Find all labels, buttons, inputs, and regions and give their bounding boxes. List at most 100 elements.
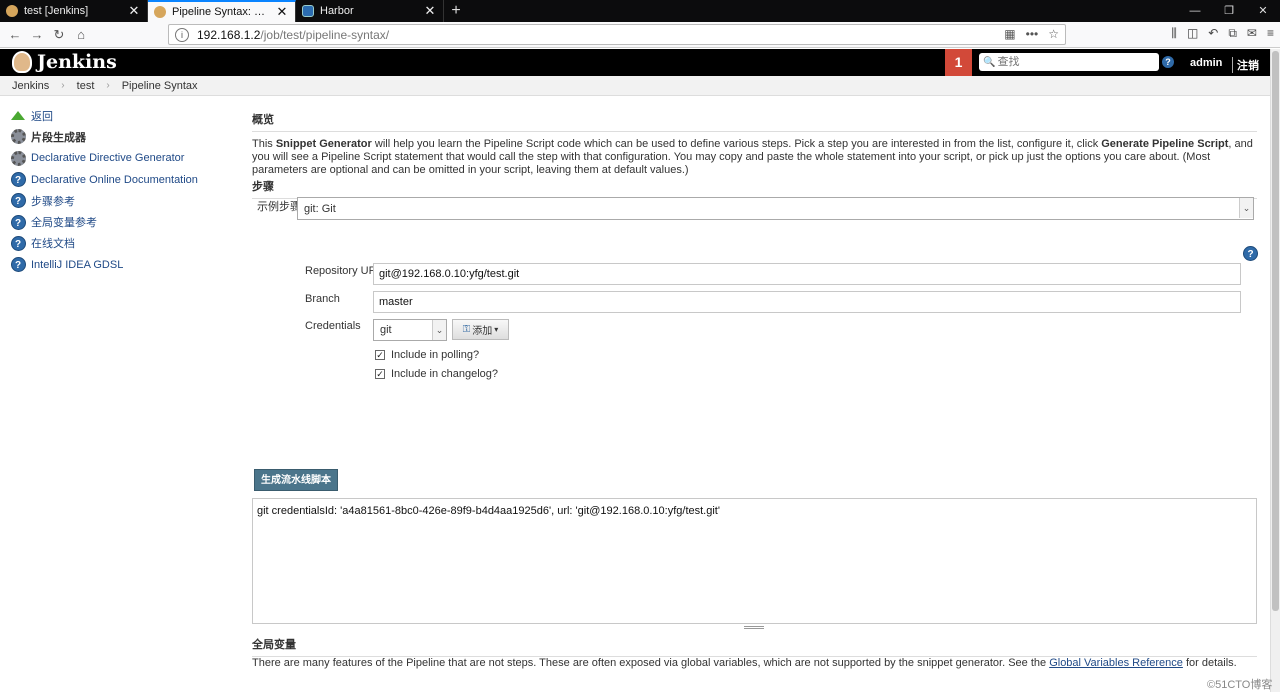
- close-tab-icon[interactable]: ✕: [423, 3, 437, 19]
- browser-tab-1[interactable]: Pipeline Syntax: Snippet Generator ✕: [148, 0, 296, 22]
- repo-url-label: Repository URL: [305, 265, 383, 277]
- menu-icon[interactable]: ≡: [1267, 26, 1274, 41]
- polling-label: Include in polling?: [391, 349, 480, 361]
- generated-script-text: git credentialsId: 'a4a81561-8bc0-426e-8…: [257, 505, 720, 517]
- bookmark-star-icon[interactable]: ☆: [1048, 27, 1059, 41]
- gear-icon: [10, 129, 26, 145]
- close-tab-icon[interactable]: ✕: [127, 3, 141, 19]
- jenkins-favicon-icon: [154, 6, 166, 18]
- main-content: 概览 This Snippet Generator will help you …: [252, 105, 1257, 177]
- add-credentials-button[interactable]: ⚿ 添加 ▾: [452, 319, 509, 340]
- credentials-select[interactable]: git ⌄: [373, 319, 447, 341]
- caret-down-icon: ▾: [494, 325, 499, 334]
- breadcrumb: Jenkins › test › Pipeline Syntax: [0, 76, 1270, 96]
- help-icon: ?: [10, 235, 26, 251]
- browser-tab-bar: test [Jenkins] ✕ Pipeline Syntax: Snippe…: [0, 0, 1280, 22]
- sidebar-item-global-vars[interactable]: ? 全局变量参考: [10, 211, 230, 232]
- chat-icon[interactable]: ✉: [1247, 26, 1257, 41]
- browser-tab-title: Pipeline Syntax: Snippet Generator: [172, 6, 271, 18]
- up-arrow-icon: [10, 108, 26, 124]
- generated-script-output[interactable]: git credentialsId: 'a4a81561-8bc0-426e-8…: [252, 498, 1257, 624]
- overview-heading: 概览: [252, 111, 1257, 132]
- snippet-generator-bold: Snippet Generator: [275, 138, 372, 150]
- generate-script-bold: Generate Pipeline Script: [1101, 138, 1229, 150]
- jenkins-favicon-icon: [6, 5, 18, 17]
- undo-icon[interactable]: ↶: [1208, 26, 1218, 41]
- qr-code-icon[interactable]: ▦: [1004, 27, 1015, 41]
- sidebar-item-snippet-generator[interactable]: 片段生成器: [10, 126, 230, 147]
- changelog-checkbox[interactable]: ✓: [375, 369, 385, 379]
- repo-url-input[interactable]: git@192.168.0.10:yfg/test.git: [373, 263, 1241, 285]
- sidebar-item-steps-reference[interactable]: ? 步骤参考: [10, 190, 230, 211]
- library-icon[interactable]: ⫼: [1171, 26, 1177, 41]
- sidebar-item-label: Declarative Online Documentation: [31, 173, 198, 186]
- help-icon: ?: [10, 193, 26, 209]
- search-input[interactable]: [997, 56, 1148, 68]
- resize-grip[interactable]: [744, 626, 764, 629]
- help-icon[interactable]: ?: [1162, 56, 1174, 68]
- close-window-icon[interactable]: ✕: [1246, 0, 1280, 22]
- page-scrollbar[interactable]: [1270, 49, 1280, 692]
- search-box[interactable]: 🔍: [979, 53, 1159, 71]
- breadcrumb-item[interactable]: test: [77, 80, 95, 92]
- global-vars-reference-link[interactable]: Global Variables Reference: [1049, 657, 1183, 669]
- reload-icon[interactable]: ↻: [48, 27, 70, 43]
- add-button-label: 添加: [472, 326, 493, 337]
- sample-step-value: git: Git: [304, 202, 336, 215]
- sample-step-select[interactable]: git: Git ⌄: [297, 197, 1254, 220]
- generate-script-button[interactable]: 生成流水线脚本: [254, 469, 338, 491]
- sidebar-item-declarative-docs[interactable]: ? Declarative Online Documentation: [10, 169, 230, 190]
- restore-icon[interactable]: ❐: [1212, 0, 1246, 22]
- browser-nav-bar: ← → ↻ ⌂ i 192.168.1.2/job/test/pipeline-…: [0, 22, 1280, 48]
- sidebar-item-back[interactable]: 返回: [10, 105, 230, 126]
- watermark: ©51CTO博客: [1207, 679, 1273, 691]
- home-icon[interactable]: ⌂: [70, 27, 92, 42]
- gear-icon: [10, 150, 26, 166]
- breadcrumb-item[interactable]: Pipeline Syntax: [122, 80, 198, 92]
- sidebar-toggle-icon[interactable]: ◫: [1187, 26, 1198, 41]
- sidebar-item-label: 步骤参考: [31, 195, 75, 208]
- changelog-checkbox-row[interactable]: ✓ Include in changelog?: [375, 368, 498, 380]
- notification-badge[interactable]: 1: [945, 49, 972, 76]
- sidebar-item-label: Declarative Directive Generator: [31, 152, 185, 165]
- browser-tab-0[interactable]: test [Jenkins] ✕: [0, 0, 148, 22]
- page-actions-icon[interactable]: •••: [1026, 27, 1039, 41]
- polling-checkbox[interactable]: ✓: [375, 350, 385, 360]
- sidebar-item-label: IntelliJ IDEA GDSL: [31, 258, 124, 271]
- help-icon: ?: [10, 257, 26, 273]
- jenkins-logo[interactable]: Jenkins: [12, 51, 117, 73]
- site-info-icon[interactable]: i: [175, 27, 189, 42]
- search-icon: 🔍: [983, 56, 996, 68]
- scrollbar-thumb[interactable]: [1272, 51, 1279, 611]
- jenkins-butler-icon: [12, 51, 32, 73]
- close-tab-icon[interactable]: ✕: [275, 4, 289, 20]
- screenshot-icon[interactable]: ⧉: [1228, 26, 1237, 41]
- sample-step-label: 示例步骤: [257, 201, 301, 213]
- browser-toolbar-right: ⫼ ◫ ↶ ⧉ ✉ ≡: [1171, 26, 1274, 41]
- key-icon: ⚿: [462, 324, 471, 335]
- address-bar[interactable]: i 192.168.1.2/job/test/pipeline-syntax/ …: [168, 24, 1066, 45]
- help-icon[interactable]: ?: [1243, 246, 1258, 261]
- credentials-label: Credentials: [305, 320, 361, 332]
- sidebar-item-intellij-gdsl[interactable]: ? IntelliJ IDEA GDSL: [10, 254, 230, 275]
- jenkins-header: Jenkins 1 🔍 ? admin 注销: [0, 49, 1270, 76]
- sidebar-item-label: 全局变量参考: [31, 217, 97, 230]
- chevron-right-icon: ›: [61, 80, 65, 91]
- polling-checkbox-row[interactable]: ✓ Include in polling?: [375, 349, 479, 361]
- browser-tab-2[interactable]: Harbor ✕: [296, 0, 444, 22]
- sidebar-item-label: 片段生成器: [31, 131, 86, 144]
- sidebar-item-directive-generator[interactable]: Declarative Directive Generator: [10, 148, 230, 169]
- back-icon[interactable]: ←: [4, 27, 26, 42]
- sidebar-item-online-docs[interactable]: ? 在线文档: [10, 233, 230, 254]
- sidebar: 返回 片段生成器 Declarative Directive Generator…: [10, 105, 230, 275]
- breadcrumb-item[interactable]: Jenkins: [12, 80, 49, 92]
- new-tab-icon[interactable]: +: [444, 0, 468, 22]
- window-controls: — ❐ ✕: [1178, 0, 1280, 22]
- forward-icon[interactable]: →: [26, 27, 48, 42]
- user-link[interactable]: admin: [1190, 57, 1222, 69]
- logout-link[interactable]: 注销: [1232, 57, 1259, 73]
- minimize-icon[interactable]: —: [1178, 0, 1212, 22]
- branch-input[interactable]: master: [373, 291, 1241, 313]
- sidebar-item-label: 在线文档: [31, 238, 75, 251]
- global-vars-heading: 全局变量: [252, 636, 1257, 657]
